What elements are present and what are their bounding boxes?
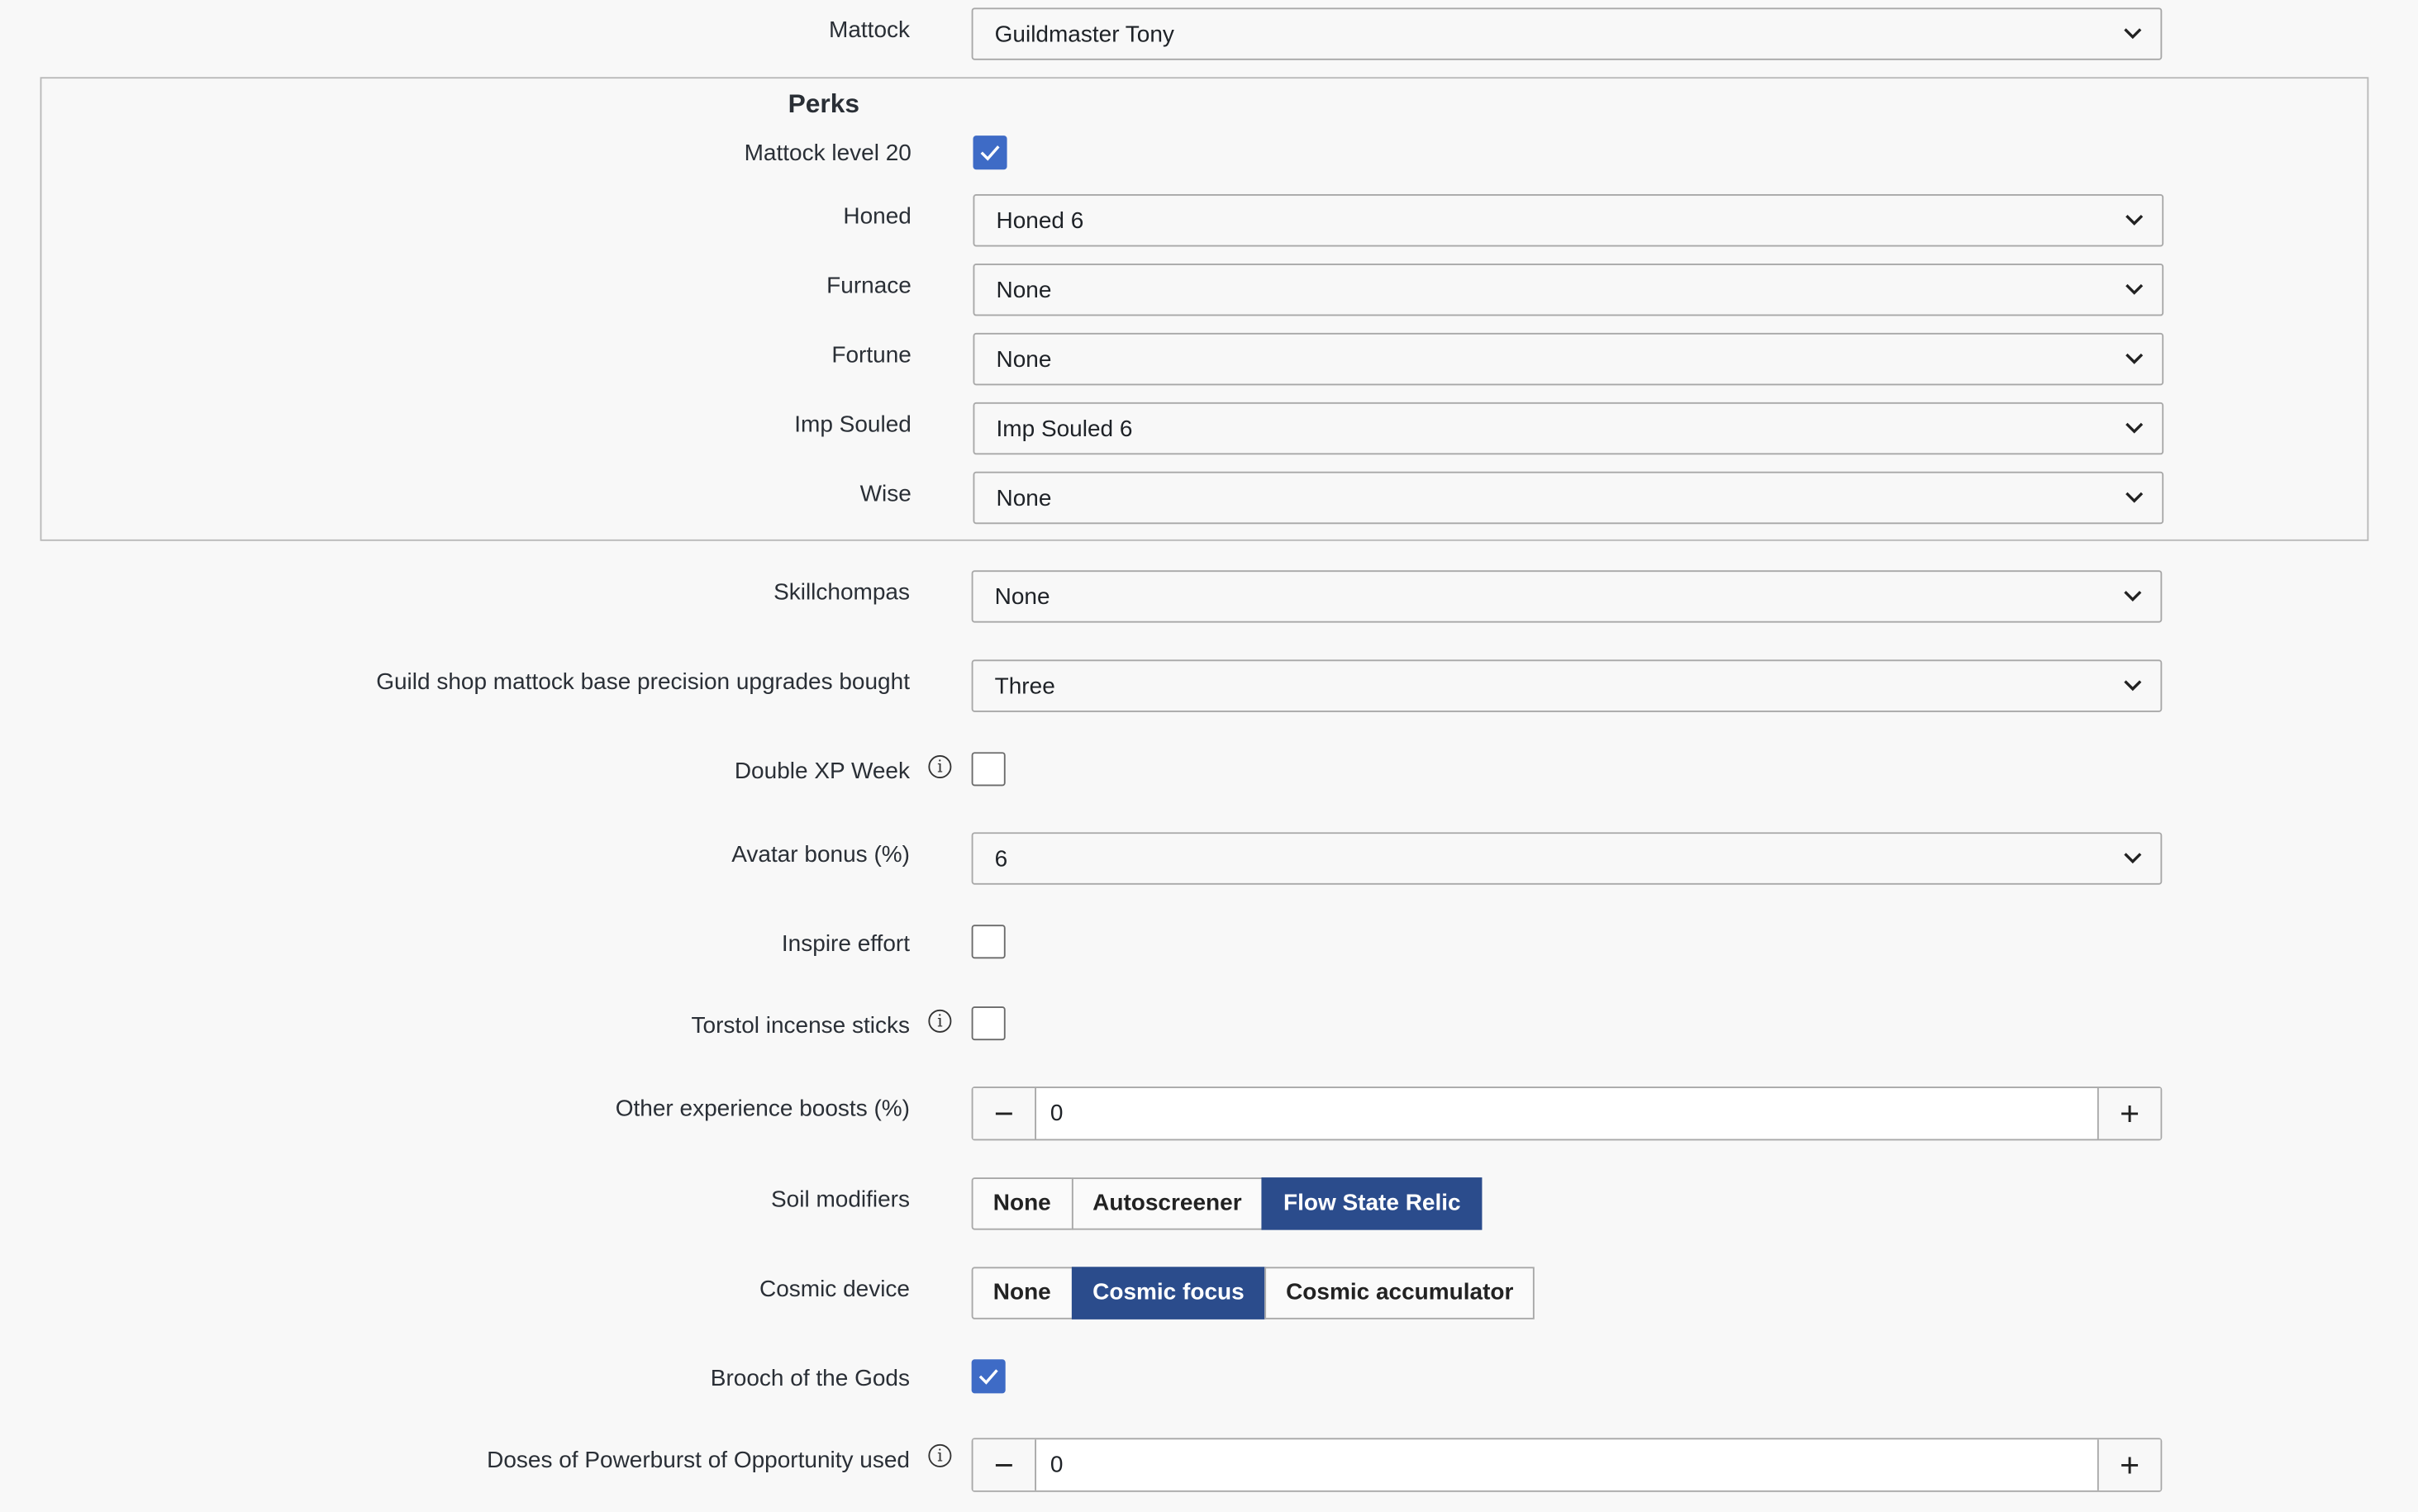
info-icon[interactable]: i [928, 1009, 952, 1033]
mattock-select-value: Guildmaster Tony [994, 21, 1174, 48]
torstol-checkbox[interactable] [971, 1006, 1006, 1041]
wise-select[interactable]: None [973, 471, 2164, 525]
imp-souled-select[interactable]: Imp Souled 6 [973, 402, 2164, 455]
info-icon[interactable]: i [928, 1443, 952, 1467]
other-boosts-input[interactable]: 0 [1050, 1088, 1064, 1139]
cosmic-option-none[interactable]: None [971, 1267, 1073, 1319]
guild-shop-select[interactable]: Three [971, 659, 2163, 712]
checkmark-icon [980, 145, 1000, 161]
cosmic-option-cosmic-accumulator[interactable]: Cosmic accumulator [1264, 1267, 1535, 1319]
inspire-effort-checkbox[interactable] [971, 925, 1006, 959]
chevron-down-icon [2124, 680, 2142, 692]
guild-shop-label: Guild shop mattock base precision upgrad… [376, 668, 910, 696]
powerburst-input[interactable]: 0 [1050, 1439, 1064, 1491]
imp-souled-select-value: Imp Souled 6 [996, 416, 1133, 443]
info-icon[interactable]: i [928, 755, 952, 779]
chevron-down-icon [2124, 28, 2142, 40]
skillchompas-label: Skillchompas [773, 579, 910, 606]
honed-select[interactable]: Honed 6 [973, 194, 2164, 247]
double-xp-label: Double XP Week [734, 758, 910, 785]
chevron-down-icon [2125, 353, 2144, 364]
inspire-effort-label: Inspire effort [781, 930, 910, 958]
chevron-down-icon [2125, 214, 2144, 226]
decrement-button[interactable]: − [973, 1439, 1037, 1491]
soil-modifiers-group: None Autoscreener Flow State Relic [971, 1177, 1483, 1230]
fortune-label: Fortune [831, 342, 912, 368]
brooch-label: Brooch of the Gods [710, 1365, 910, 1392]
chevron-down-icon [2125, 492, 2144, 503]
other-boosts-stepper: − 0 + [971, 1086, 2163, 1141]
torstol-label: Torstol incense sticks [691, 1012, 910, 1039]
honed-label: Honed [843, 203, 912, 230]
soil-option-flow-state-relic[interactable]: Flow State Relic [1261, 1177, 1483, 1230]
guild-shop-select-value: Three [994, 673, 1055, 700]
furnace-select-value: None [996, 277, 1052, 304]
skillchompas-select[interactable]: None [971, 570, 2163, 623]
increment-button[interactable]: + [2097, 1087, 2161, 1139]
chevron-down-icon [2125, 422, 2144, 434]
avatar-bonus-select[interactable]: 6 [971, 832, 2163, 885]
cosmic-device-group: None Cosmic focus Cosmic accumulator [971, 1267, 1535, 1319]
furnace-label: Furnace [826, 273, 912, 299]
checkmark-icon [978, 1369, 998, 1385]
soil-option-none[interactable]: None [971, 1177, 1073, 1230]
imp-souled-label: Imp Souled [794, 411, 912, 438]
brooch-checkbox[interactable] [971, 1359, 1006, 1394]
wise-label: Wise [859, 481, 912, 507]
double-xp-checkbox[interactable] [971, 752, 1006, 787]
decrement-button[interactable]: − [973, 1087, 1037, 1139]
increment-button[interactable]: + [2097, 1439, 2161, 1491]
mattock-level-20-checkbox[interactable] [973, 136, 1007, 170]
mattock-label: Mattock [828, 17, 910, 44]
skillchompas-select-value: None [994, 583, 1050, 611]
other-boosts-label: Other experience boosts (%) [615, 1096, 910, 1123]
avatar-bonus-select-value: 6 [994, 846, 1008, 872]
honed-select-value: Honed 6 [996, 207, 1084, 235]
avatar-bonus-label: Avatar bonus (%) [731, 841, 910, 868]
chevron-down-icon [2124, 591, 2142, 602]
fortune-select[interactable]: None [973, 332, 2164, 386]
cosmic-option-cosmic-focus[interactable]: Cosmic focus [1071, 1267, 1266, 1319]
powerburst-label: Doses of Powerburst of Opportunity used [487, 1447, 910, 1474]
powerburst-stepper: − 0 + [971, 1438, 2163, 1492]
furnace-select[interactable]: None [973, 263, 2164, 316]
soil-modifiers-label: Soil modifiers [770, 1186, 910, 1214]
chevron-down-icon [2125, 283, 2144, 295]
mattock-select[interactable]: Guildmaster Tony [971, 7, 2163, 60]
fortune-select-value: None [996, 346, 1052, 373]
perks-legend: Perks [788, 89, 860, 119]
cosmic-device-label: Cosmic device [759, 1276, 910, 1303]
wise-select-value: None [996, 485, 1052, 512]
mattock-level-20-label: Mattock level 20 [744, 140, 912, 167]
chevron-down-icon [2124, 853, 2142, 864]
soil-option-autoscreener[interactable]: Autoscreener [1071, 1177, 1264, 1230]
